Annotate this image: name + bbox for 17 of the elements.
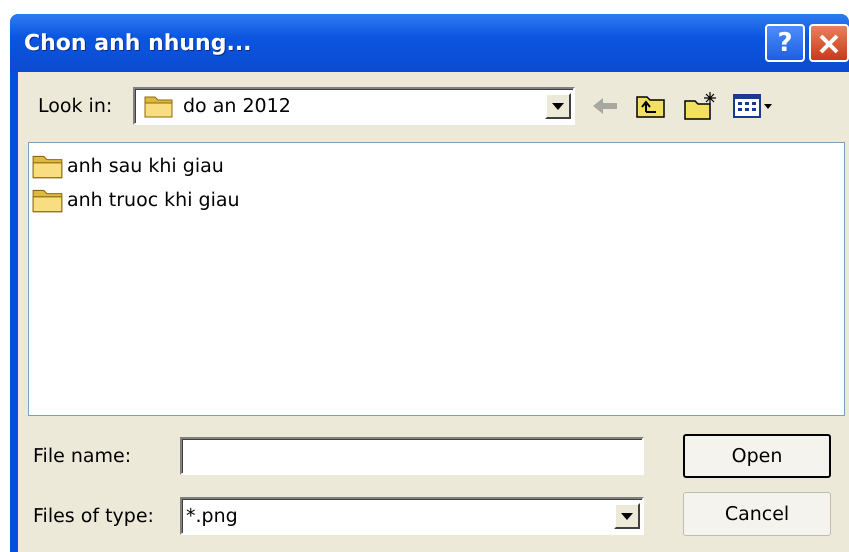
file-type-label: Files of type:	[33, 504, 155, 529]
folder-item[interactable]: anh sau khi giau	[31, 149, 228, 183]
file-name-label: File name:	[33, 444, 132, 469]
cancel-button[interactable]: Cancel	[683, 492, 831, 536]
look-in-dropdown[interactable]: do an 2012	[133, 87, 575, 125]
window-title: Chon anh nhung...	[24, 30, 252, 58]
file-type-dropdown[interactable]: *.png	[180, 497, 644, 535]
file-list[interactable]: anh sau khi giau anh truoc khi giau	[28, 142, 845, 416]
new-folder-icon[interactable]	[683, 91, 717, 121]
close-button[interactable]	[809, 24, 849, 62]
look-in-label: Look in:	[38, 94, 114, 119]
folder-item[interactable]: anh truoc khi giau	[31, 183, 244, 217]
view-menu-icon[interactable]	[733, 93, 773, 119]
help-button[interactable]: ?	[765, 24, 805, 62]
file-name-field[interactable]	[180, 437, 644, 475]
close-icon	[818, 32, 840, 55]
open-button[interactable]: Open	[683, 434, 831, 478]
